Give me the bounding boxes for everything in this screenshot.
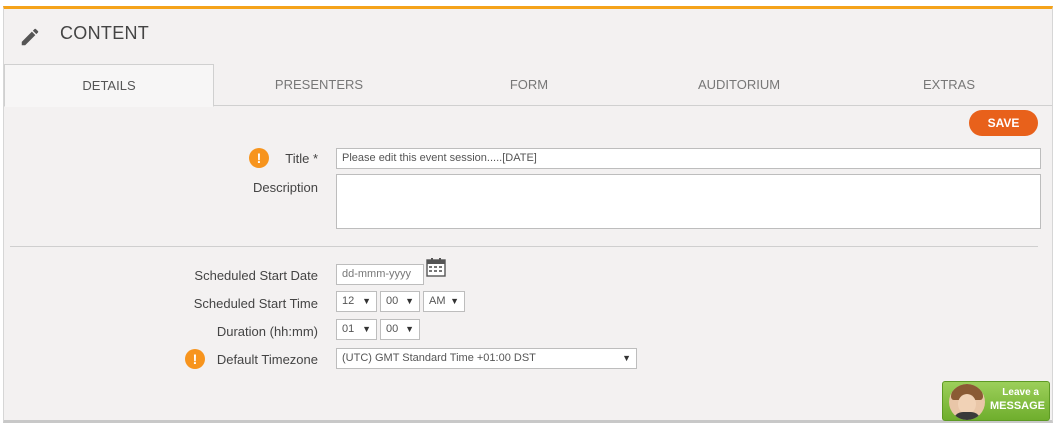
start-minute-value: 00 — [386, 295, 399, 307]
leave-message-line1: Leave a — [1002, 387, 1039, 398]
leave-message-line2: MESSAGE — [989, 400, 1045, 412]
duration-minutes-select[interactable]: 00 ▼ — [380, 319, 420, 340]
start-date-label: Scheduled Start Date — [194, 268, 318, 283]
duration-hours-select[interactable]: 01 ▼ — [336, 319, 377, 340]
tab-details[interactable]: DETAILS — [4, 64, 214, 107]
timezone-value: (UTC) GMT Standard Time +01:00 DST — [342, 352, 536, 364]
description-textarea[interactable] — [336, 174, 1041, 229]
duration-minutes-value: 00 — [386, 323, 399, 335]
calendar-icon[interactable] — [426, 257, 446, 277]
start-hour-select[interactable]: 12 ▼ — [336, 291, 377, 312]
duration-label: Duration (hh:mm) — [216, 324, 318, 339]
chevron-down-icon: ▼ — [362, 324, 371, 334]
title-label: Title * — [285, 151, 318, 166]
timezone-label: Default Timezone — [216, 352, 318, 367]
chevron-down-icon: ▼ — [362, 296, 371, 306]
start-ampm-value: AM — [429, 295, 446, 307]
timezone-select[interactable]: (UTC) GMT Standard Time +01:00 DST ▼ — [336, 348, 637, 369]
tab-presenters[interactable]: PRESENTERS — [214, 64, 424, 106]
page-title: CONTENT — [60, 23, 150, 43]
duration-hours-value: 01 — [342, 323, 355, 335]
title-input[interactable]: Please edit this event session.....[DATE… — [336, 148, 1041, 169]
chevron-down-icon: ▼ — [450, 296, 459, 306]
tab-extras[interactable]: EXTRAS — [844, 64, 1054, 106]
panel-header: CONTENT — [4, 9, 1052, 64]
chevron-down-icon: ▼ — [622, 353, 631, 363]
start-ampm-select[interactable]: AM ▼ — [423, 291, 465, 312]
tab-auditorium[interactable]: AUDITORIUM — [634, 64, 844, 106]
start-hour-value: 12 — [342, 295, 355, 307]
tab-bar: DETAILS PRESENTERS FORM AUDITORIUM EXTRA… — [4, 64, 1054, 107]
chevron-down-icon: ▼ — [405, 324, 414, 334]
description-label: Description — [252, 180, 318, 195]
start-minute-select[interactable]: 00 ▼ — [380, 291, 420, 312]
start-time-label: Scheduled Start Time — [193, 296, 318, 311]
tab-form[interactable]: FORM — [424, 64, 634, 106]
save-button[interactable]: SAVE — [969, 110, 1038, 136]
divider — [10, 246, 1038, 247]
avatar — [949, 384, 985, 420]
chevron-down-icon: ▼ — [405, 296, 414, 306]
pencil-icon — [21, 28, 39, 46]
leave-message-button[interactable]: Leave a MESSAGE — [942, 381, 1050, 421]
start-date-input[interactable]: dd-mmm-yyyy — [336, 264, 424, 285]
